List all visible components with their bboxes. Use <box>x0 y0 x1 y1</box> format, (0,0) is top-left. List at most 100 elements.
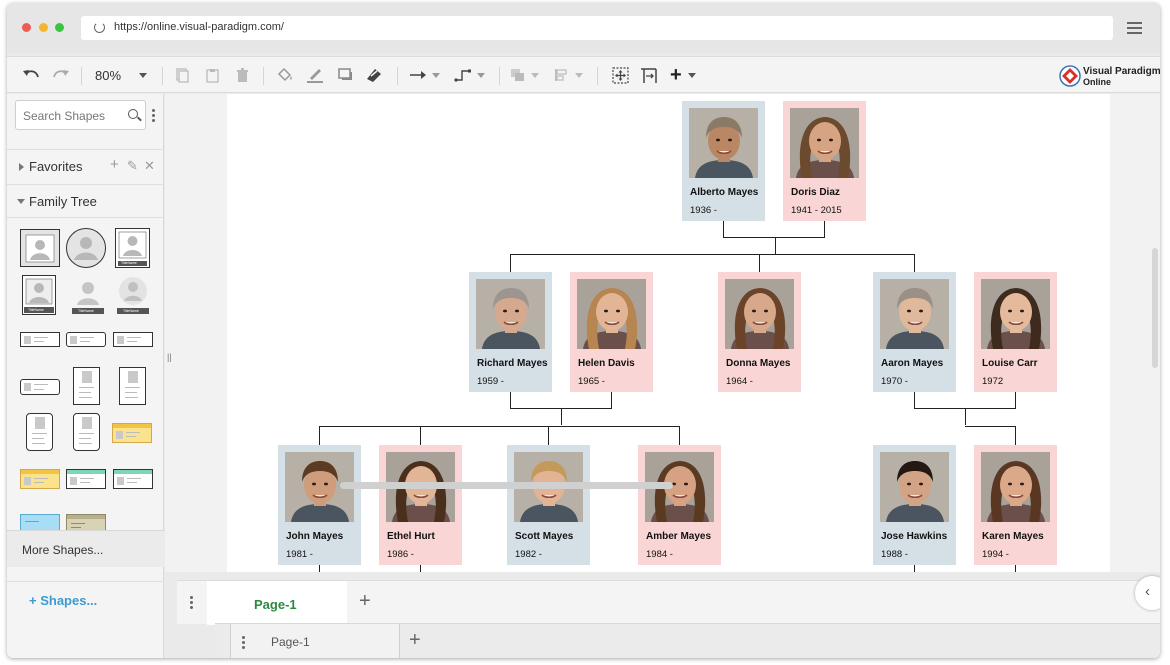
person-years: 1981 - <box>286 549 313 560</box>
add-page-icon[interactable]: + <box>359 590 371 613</box>
maximize-window-dot[interactable] <box>55 23 64 32</box>
more-shapes-label: More Shapes... <box>22 543 104 557</box>
shape-person-framed[interactable]: TitleName <box>22 275 56 315</box>
add-shapes-link[interactable]: + Shapes... <box>7 581 164 617</box>
person-card[interactable]: Amber Mayes 1984 - <box>638 445 721 565</box>
person-photo <box>577 279 646 349</box>
person-name: Donna Mayes <box>726 358 791 369</box>
connector-line <box>510 254 511 272</box>
minimize-window-dot[interactable] <box>39 23 48 32</box>
fill-color-button[interactable] <box>275 66 295 84</box>
person-name: Ethel Hurt <box>387 531 435 542</box>
align-button[interactable] <box>554 66 586 84</box>
delete-button[interactable] <box>233 66 251 84</box>
shape-card-yellow-wide[interactable] <box>20 469 60 489</box>
shape-card-vertical-rounded-alt[interactable] <box>73 413 100 451</box>
connector-line <box>824 221 825 238</box>
person-card[interactable]: Ethel Hurt 1986 - <box>379 445 462 565</box>
person-card[interactable]: Helen Davis 1965 - <box>570 272 653 392</box>
reload-icon[interactable] <box>94 22 105 33</box>
shape-person-round-flat[interactable]: TitleName <box>115 275 151 315</box>
format-painter-button[interactable] <box>364 66 384 84</box>
pen-icon <box>307 69 323 83</box>
person-name: Scott Mayes <box>515 531 574 542</box>
add-icon[interactable]: + <box>110 156 119 173</box>
shape-card-vertical-alt[interactable] <box>119 367 146 405</box>
person-years: 1959 - <box>477 376 504 387</box>
shape-card-vertical-rounded[interactable] <box>26 413 53 451</box>
connector-line <box>319 426 320 445</box>
visual-paradigm-logo[interactable]: Visual Paradigm Online <box>1059 63 1160 89</box>
search-icon[interactable] <box>128 109 138 119</box>
page-tab-label: Page-1 <box>254 597 297 612</box>
page-size-button[interactable] <box>638 66 658 84</box>
person-card[interactable]: Louise Carr 1972 <box>974 272 1057 392</box>
copy-button[interactable] <box>173 66 191 84</box>
diagram-page[interactable]: Alberto Mayes 1936 - Doris Diaz 1941 - 201… <box>227 94 1110 572</box>
fit-page-icon <box>611 66 629 84</box>
arrange-button[interactable] <box>510 66 542 84</box>
paste-button[interactable] <box>203 66 221 84</box>
panel-splitter-handle[interactable]: || <box>167 352 172 362</box>
page-options-icon[interactable] <box>242 636 245 651</box>
shape-card-teal[interactable] <box>66 469 106 489</box>
shape-person-square[interactable] <box>20 229 60 267</box>
close-icon[interactable]: ✕ <box>144 158 155 174</box>
line-color-button[interactable] <box>305 66 325 84</box>
toolbar-separator <box>162 67 163 85</box>
person-card[interactable]: Scott Mayes 1982 - <box>507 445 590 565</box>
address-bar[interactable]: https://online.visual-paradigm.com/ <box>81 16 1113 40</box>
person-card[interactable]: Richard Mayes 1959 - <box>469 272 552 392</box>
shape-card-small-rounded[interactable] <box>20 379 60 395</box>
search-shapes-input[interactable]: Search Shapes <box>15 100 146 130</box>
person-card[interactable]: Doris Diaz 1941 - 2015 <box>783 101 866 221</box>
connector-line <box>611 392 612 409</box>
shape-person-circle[interactable] <box>66 228 106 268</box>
person-name: Alberto Mayes <box>690 187 759 198</box>
tab-page-1-secondary[interactable]: Page-1 <box>230 624 400 658</box>
shape-card-horizontal[interactable] <box>20 332 60 347</box>
zoom-select[interactable]: 80% <box>91 66 153 84</box>
vertical-scrollbar[interactable] <box>1152 248 1158 368</box>
connector-style-button[interactable] <box>409 66 443 84</box>
person-card[interactable]: John Mayes 1981 - <box>278 445 361 565</box>
fit-to-page-button[interactable] <box>610 66 630 84</box>
shape-card-vertical[interactable] <box>73 367 100 405</box>
connector-line <box>775 237 776 254</box>
person-card[interactable]: Aaron Mayes 1970 - <box>873 272 956 392</box>
shape-card-horizontal-alt[interactable] <box>113 332 153 347</box>
undo-button[interactable] <box>21 66 41 84</box>
insert-button[interactable]: + <box>670 65 704 85</box>
waypoint-style-button[interactable] <box>454 66 490 84</box>
editor-toolbar: 80% + Visual Paradigm Online <box>7 56 1160 93</box>
horizontal-scrollbar[interactable] <box>340 482 673 489</box>
person-card[interactable]: Alberto Mayes 1936 - <box>682 101 765 221</box>
shape-person-flat[interactable]: TitleName <box>70 275 106 315</box>
close-window-dot[interactable] <box>22 23 31 32</box>
redo-button[interactable] <box>51 66 71 84</box>
diagram-canvas[interactable]: || Alberto Mayes 1936 - Doris Diaz 1941 - … <box>165 94 1160 572</box>
person-card[interactable]: Donna Mayes 1964 - <box>718 272 801 392</box>
tab-page-1[interactable]: Page-1 <box>207 581 347 625</box>
shadow-button[interactable] <box>337 66 355 84</box>
favorites-section[interactable]: Favorites + ✎ ✕ <box>7 149 164 182</box>
shape-card-horizontal-rounded[interactable] <box>66 332 106 347</box>
person-name: Amber Mayes <box>646 531 712 542</box>
person-card[interactable]: Karen Mayes 1994 - <box>974 445 1057 565</box>
shape-card-yellow[interactable] <box>112 423 152 443</box>
toolbar-separator <box>263 67 264 85</box>
person-card[interactable]: Jose Hawkins 1988 - <box>873 445 956 565</box>
shape-card-teal-alt[interactable] <box>113 469 153 489</box>
add-page-icon[interactable]: + <box>409 629 421 652</box>
connector-line <box>319 426 680 427</box>
copy-icon <box>175 67 189 83</box>
shape-person-titled[interactable]: TitleName <box>115 228 150 268</box>
connector-line <box>319 565 320 572</box>
page-options-icon[interactable] <box>190 596 193 611</box>
edit-icon[interactable]: ✎ <box>127 158 138 174</box>
page-tab-bar: Page-1 + <box>177 580 1160 625</box>
chevron-down-icon <box>575 72 583 78</box>
hamburger-menu-icon[interactable] <box>1127 22 1142 34</box>
more-options-icon[interactable] <box>152 109 155 124</box>
family-tree-section[interactable]: Family Tree <box>7 184 164 217</box>
